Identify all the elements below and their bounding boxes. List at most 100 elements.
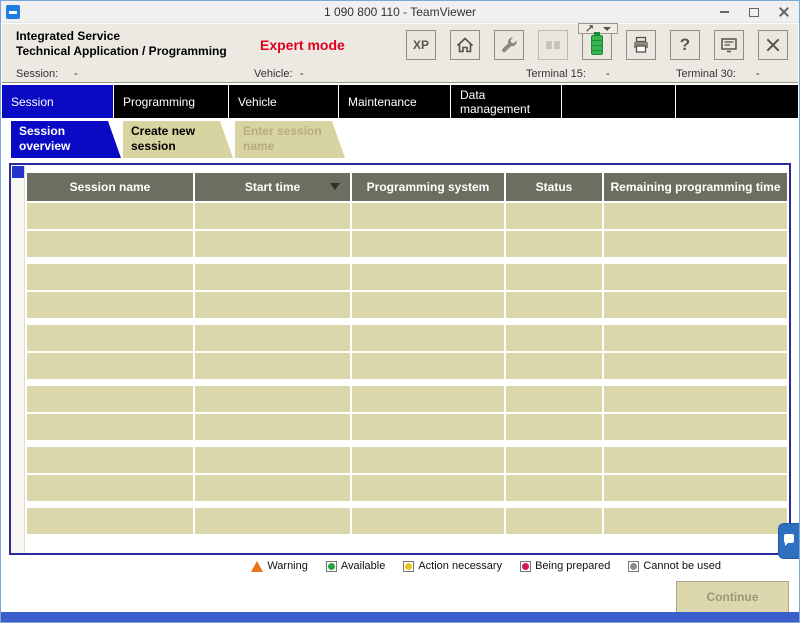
close-button[interactable] bbox=[777, 5, 791, 19]
table-cell bbox=[506, 447, 602, 473]
tab-session-label: Session bbox=[11, 95, 54, 109]
table-cell bbox=[506, 231, 602, 257]
app-title: Integrated Service Technical Application… bbox=[16, 29, 227, 59]
close-app-button[interactable] bbox=[758, 30, 788, 60]
wrench-icon bbox=[499, 35, 519, 55]
column-programming-system[interactable]: Programming system bbox=[352, 173, 504, 201]
table-cell bbox=[352, 264, 504, 290]
session-label: Session: bbox=[16, 68, 58, 80]
vertical-scrollbar[interactable] bbox=[11, 165, 25, 553]
xp-button[interactable]: XP bbox=[406, 30, 436, 60]
session-table: Session name Start time Programming syst… bbox=[27, 173, 787, 551]
table-cell bbox=[506, 353, 602, 379]
table-cell bbox=[195, 447, 350, 473]
table-row[interactable] bbox=[27, 386, 787, 412]
scrollbar-button[interactable] bbox=[12, 166, 24, 178]
table-cell bbox=[195, 386, 350, 412]
table-row[interactable] bbox=[27, 264, 787, 290]
tab-data-management[interactable]: Data management bbox=[451, 85, 562, 118]
table-cell bbox=[506, 414, 602, 440]
table-cell bbox=[604, 264, 787, 290]
table-cell bbox=[352, 325, 504, 351]
minimize-button[interactable] bbox=[717, 5, 731, 19]
table-row[interactable] bbox=[27, 353, 787, 379]
legend-available: Available bbox=[326, 560, 385, 572]
header-toolbar: XP ? bbox=[406, 30, 788, 60]
table-cell bbox=[195, 508, 350, 534]
legend-action-necessary: Action necessary bbox=[403, 560, 502, 572]
column-remaining-time[interactable]: Remaining programming time bbox=[604, 173, 787, 201]
tab-empty-2 bbox=[676, 85, 798, 118]
column-session-name[interactable]: Session name bbox=[27, 173, 193, 201]
table-row[interactable] bbox=[27, 325, 787, 351]
column-start-time[interactable]: Start time bbox=[195, 173, 350, 201]
app-title-line2: Technical Application / Programming bbox=[16, 44, 227, 59]
cannot-be-used-icon bbox=[628, 561, 639, 572]
subtab-enter-session-name-label: Enter session name bbox=[243, 124, 322, 153]
table-row[interactable] bbox=[27, 447, 787, 473]
action-necessary-icon bbox=[403, 561, 414, 572]
tab-vehicle-label: Vehicle bbox=[238, 95, 277, 109]
help-button[interactable]: ? bbox=[670, 30, 700, 60]
table-cell bbox=[27, 325, 193, 351]
legend-action-necessary-label: Action necessary bbox=[418, 560, 502, 572]
subtab-create-new-session[interactable]: Create new session bbox=[123, 121, 233, 158]
subtab-create-new-session-label: Create new session bbox=[131, 124, 195, 153]
table-cell bbox=[195, 292, 350, 318]
table-cell bbox=[27, 447, 193, 473]
column-programming-system-label: Programming system bbox=[367, 180, 490, 194]
table-row[interactable] bbox=[27, 414, 787, 440]
print-button[interactable] bbox=[626, 30, 656, 60]
table-row[interactable] bbox=[27, 475, 787, 501]
home-icon bbox=[455, 35, 475, 55]
tab-maintenance[interactable]: Maintenance bbox=[339, 85, 451, 118]
table-header-row: Session name Start time Programming syst… bbox=[27, 173, 787, 201]
printer-icon bbox=[631, 35, 651, 55]
table-cell bbox=[604, 508, 787, 534]
connection-icon bbox=[543, 35, 563, 55]
help-label: ? bbox=[680, 35, 690, 55]
maximize-button[interactable] bbox=[747, 5, 761, 19]
table-cell bbox=[27, 508, 193, 534]
column-status-label: Status bbox=[536, 180, 573, 194]
table-cell bbox=[352, 414, 504, 440]
battery-status-button[interactable] bbox=[582, 30, 612, 60]
tab-vehicle[interactable]: Vehicle bbox=[229, 85, 339, 118]
table-cell bbox=[195, 353, 350, 379]
table-cell bbox=[352, 475, 504, 501]
table-cell bbox=[506, 264, 602, 290]
tools-button[interactable] bbox=[494, 30, 524, 60]
xp-label: XP bbox=[413, 38, 429, 52]
column-status[interactable]: Status bbox=[506, 173, 602, 201]
table-cell bbox=[604, 292, 787, 318]
subtab-session-overview[interactable]: Session overview bbox=[11, 121, 121, 158]
display-button[interactable] bbox=[714, 30, 744, 60]
table-rows bbox=[27, 203, 787, 534]
table-cell bbox=[27, 353, 193, 379]
table-row[interactable] bbox=[27, 508, 787, 534]
table-row[interactable] bbox=[27, 292, 787, 318]
subtab-session-overview-label: Session overview bbox=[19, 124, 70, 153]
session-table-panel: Session name Start time Programming syst… bbox=[9, 163, 791, 555]
continue-button[interactable]: Continue bbox=[676, 581, 789, 613]
table-cell bbox=[195, 231, 350, 257]
table-cell bbox=[195, 325, 350, 351]
teamviewer-panel-handle[interactable] bbox=[778, 523, 799, 559]
table-cell bbox=[352, 447, 504, 473]
legend-warning-label: Warning bbox=[267, 560, 308, 572]
legend-being-prepared-label: Being prepared bbox=[535, 560, 610, 572]
tab-programming[interactable]: Programming bbox=[114, 85, 229, 118]
table-row[interactable] bbox=[27, 203, 787, 229]
table-cell bbox=[352, 203, 504, 229]
tab-data-management-label: Data management bbox=[460, 88, 546, 116]
sort-desc-icon[interactable] bbox=[330, 183, 340, 190]
table-row[interactable] bbox=[27, 231, 787, 257]
home-button[interactable] bbox=[450, 30, 480, 60]
table-cell bbox=[604, 231, 787, 257]
session-value: - bbox=[74, 68, 78, 80]
table-cell bbox=[604, 203, 787, 229]
table-cell bbox=[604, 414, 787, 440]
expand-icon bbox=[585, 24, 594, 33]
tab-session[interactable]: Session bbox=[2, 85, 114, 118]
table-cell bbox=[27, 386, 193, 412]
